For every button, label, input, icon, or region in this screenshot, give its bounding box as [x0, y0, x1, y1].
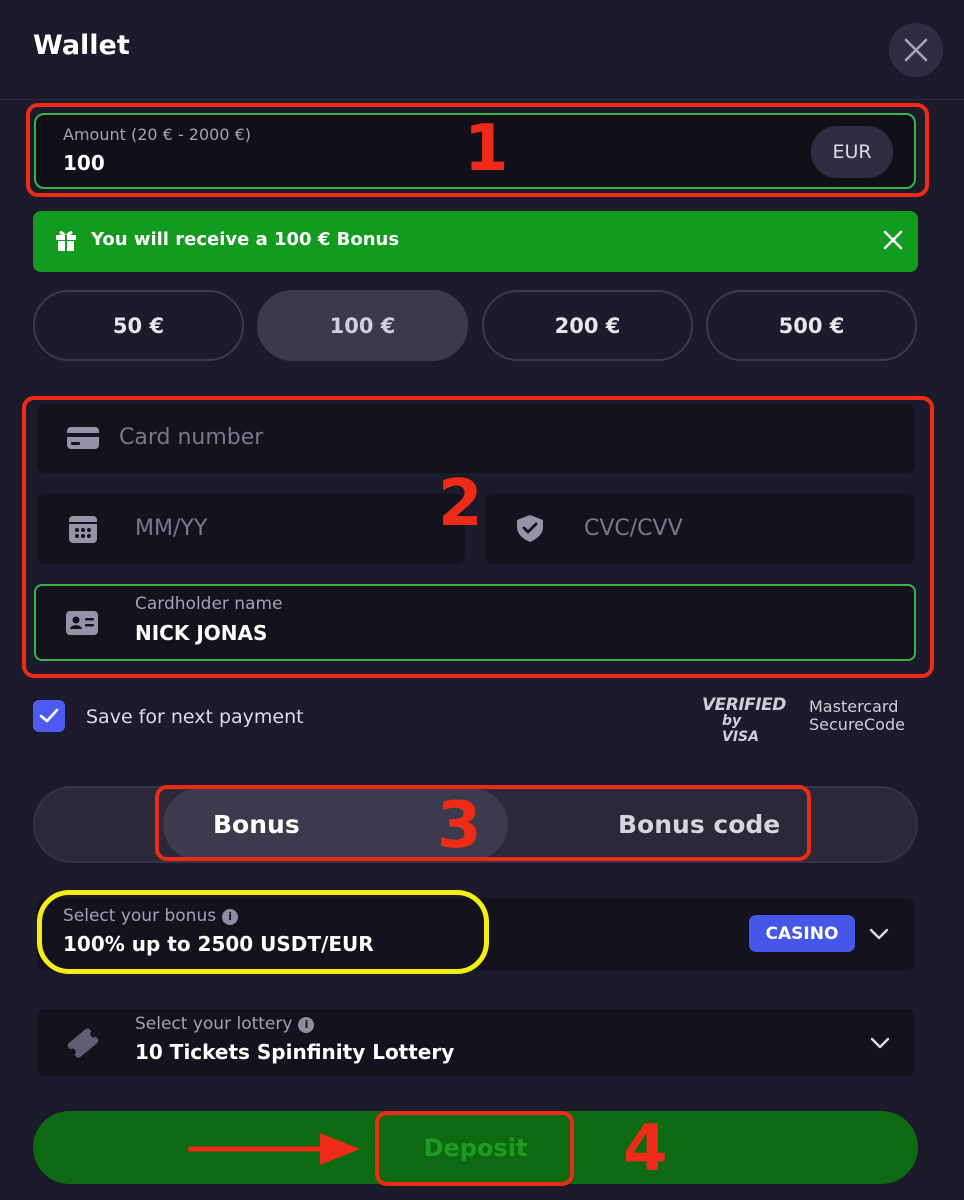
tab-bonus-code[interactable]: Bonus code: [618, 810, 780, 839]
lottery-select[interactable]: Select your lottery i 10 Tickets Spinfini…: [37, 1009, 915, 1076]
cardholder-label: Cardholder name: [135, 594, 283, 614]
deposit-label: Deposit: [423, 1133, 528, 1162]
preset-100[interactable]: 100 €: [257, 290, 468, 361]
close-icon: [904, 38, 928, 62]
save-label: Save for next payment: [86, 706, 304, 728]
preset-200[interactable]: 200 €: [482, 290, 693, 361]
ticket-icon: [67, 1028, 99, 1058]
shield-icon: [517, 515, 543, 542]
checkmark-icon: [39, 708, 59, 723]
mastercard-securecode-logo: Mastercard SecureCode: [809, 697, 905, 734]
preset-50[interactable]: 50 €: [33, 290, 244, 361]
bonus-select-value: 100% up to 2500 USDT/EUR: [63, 932, 374, 956]
casino-badge: CASINO: [749, 915, 855, 952]
bonus-select[interactable]: Select your bonus i 100% up to 2500 USDT/…: [37, 898, 915, 970]
amount-label: Amount (20 € - 2000 €): [63, 125, 251, 144]
card-number-input[interactable]: Card number: [119, 425, 263, 450]
amount-input[interactable]: 100: [63, 151, 105, 175]
save-checkbox[interactable]: [33, 700, 65, 732]
lottery-select-label: Select your lottery i: [135, 1014, 315, 1034]
bonus-select-label: Select your bonus i: [63, 906, 239, 926]
annotation-number-3: 3: [437, 789, 482, 863]
chevron-down-icon[interactable]: [870, 1037, 890, 1049]
calendar-icon: [69, 516, 97, 543]
close-button[interactable]: [889, 23, 943, 77]
currency-button[interactable]: EUR: [811, 126, 893, 178]
id-card-icon: [66, 611, 98, 635]
credit-card-icon: [67, 427, 99, 449]
chevron-down-icon[interactable]: [869, 928, 889, 940]
header: [0, 0, 964, 100]
info-icon[interactable]: i: [298, 1017, 315, 1033]
cardholder-input[interactable]: NICK JONAS: [135, 621, 267, 645]
page-title: Wallet: [33, 30, 130, 61]
arrow-right-icon: [188, 1133, 360, 1165]
info-icon[interactable]: i: [222, 909, 239, 925]
annotation-number-4: 4: [623, 1112, 668, 1186]
close-icon[interactable]: [880, 227, 906, 253]
card-number-field[interactable]: Card number: [37, 404, 915, 473]
expiry-field[interactable]: MM/YY: [37, 494, 465, 564]
cardholder-field[interactable]: Cardholder name NICK JONAS: [34, 584, 916, 661]
deposit-button[interactable]: Deposit: [33, 1111, 918, 1184]
verified-by-visa-logo: VERIFIED by VISA: [702, 695, 786, 745]
cvc-field[interactable]: CVC/CVV: [485, 494, 915, 564]
tab-bonus[interactable]: Bonus: [213, 810, 300, 839]
annotation-number-1: 1: [464, 112, 509, 186]
expiry-input[interactable]: MM/YY: [135, 516, 207, 541]
bonus-banner-text: You will receive a 100 € Bonus: [91, 229, 400, 250]
gift-icon: [56, 231, 76, 251]
cvc-input[interactable]: CVC/CVV: [584, 516, 683, 541]
annotation-number-2: 2: [438, 467, 483, 541]
lottery-select-value: 10 Tickets Spinfinity Lottery: [135, 1040, 455, 1064]
bonus-banner: You will receive a 100 € Bonus: [33, 211, 918, 272]
preset-500[interactable]: 500 €: [706, 290, 917, 361]
